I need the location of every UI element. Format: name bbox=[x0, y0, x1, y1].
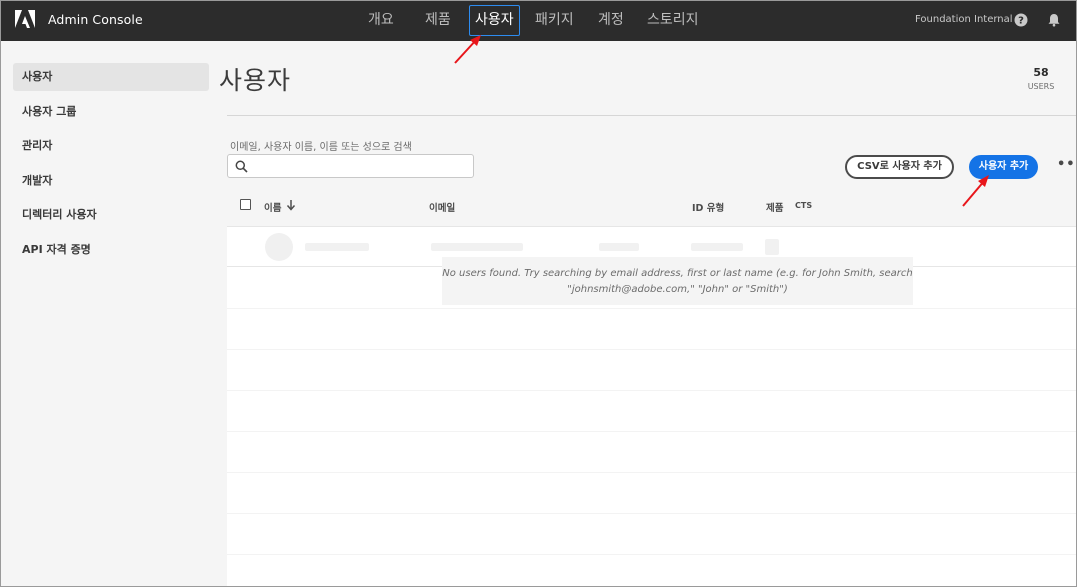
select-all-checkbox[interactable] bbox=[240, 199, 251, 210]
more-icon[interactable]: ••• bbox=[1057, 158, 1076, 171]
placeholder-bar bbox=[599, 243, 639, 251]
placeholder-bar bbox=[305, 243, 369, 251]
tab-products[interactable]: 제품 bbox=[421, 11, 455, 29]
svg-text:?: ? bbox=[1018, 16, 1024, 27]
user-count: 58 USERS bbox=[1021, 66, 1061, 91]
sidebar-item-developers[interactable]: 개발자 bbox=[13, 167, 209, 195]
admin-console-window: Admin Console 개요 제품 사용자 패키지 계정 스토리지 Foun… bbox=[0, 0, 1077, 587]
column-header-name[interactable]: 이름 bbox=[264, 200, 281, 214]
sidebar-item-label: 사용자 bbox=[22, 70, 53, 83]
tab-overview[interactable]: 개요 bbox=[364, 11, 398, 29]
row-divider bbox=[227, 431, 1076, 432]
row-divider bbox=[227, 349, 1076, 350]
annotation-arrow-icon bbox=[454, 35, 481, 64]
placeholder-avatar bbox=[265, 233, 293, 261]
sidebar-item-label: 관리자 bbox=[22, 139, 53, 152]
row-divider bbox=[227, 554, 1076, 555]
add-users-by-csv-button[interactable]: CSV로 사용자 추가 bbox=[845, 155, 954, 179]
top-navigation-bar: Admin Console 개요 제품 사용자 패키지 계정 스토리지 Foun… bbox=[1, 1, 1076, 41]
sidebar-item-label: 사용자 그룹 bbox=[22, 105, 77, 118]
org-switcher[interactable]: Foundation Internal bbox=[915, 14, 1013, 25]
row-divider bbox=[227, 472, 1076, 473]
user-count-value: 58 bbox=[1033, 66, 1049, 79]
sidebar-item-directory-users[interactable]: 디렉터리 사용자 bbox=[13, 201, 209, 229]
user-count-label: USERS bbox=[1027, 82, 1055, 91]
empty-state-message: No users found. Try searching by email a… bbox=[442, 257, 913, 305]
row-divider bbox=[227, 513, 1076, 514]
sidebar-item-user-groups[interactable]: 사용자 그룹 bbox=[13, 98, 209, 126]
search-label: 이메일, 사용자 이름, 이름 또는 성으로 검색 bbox=[230, 142, 412, 153]
sidebar-item-users[interactable]: 사용자 bbox=[13, 63, 209, 91]
column-header-cts[interactable]: CTS bbox=[795, 201, 812, 210]
annotation-arrow-icon bbox=[962, 175, 989, 207]
adobe-logo-icon[interactable] bbox=[15, 10, 35, 30]
tab-storage[interactable]: 스토리지 bbox=[643, 11, 703, 29]
search-field[interactable] bbox=[227, 154, 474, 178]
search-input[interactable] bbox=[254, 157, 469, 175]
tab-packages[interactable]: 패키지 bbox=[531, 11, 578, 29]
sidebar-item-api-credentials[interactable]: API 자격 증명 bbox=[13, 236, 209, 264]
column-header-id-type[interactable]: ID 유형 bbox=[692, 200, 724, 214]
row-divider bbox=[227, 390, 1076, 391]
header-divider bbox=[227, 115, 1076, 116]
placeholder-bar bbox=[691, 243, 743, 251]
column-header-email[interactable]: 이메일 bbox=[429, 200, 455, 214]
sidebar-item-admins[interactable]: 관리자 bbox=[13, 132, 209, 160]
tab-account[interactable]: 계정 bbox=[594, 11, 628, 29]
column-header-products[interactable]: 제품 bbox=[766, 200, 783, 214]
placeholder-bar bbox=[431, 243, 523, 251]
app-title[interactable]: Admin Console bbox=[48, 12, 143, 27]
bell-icon[interactable] bbox=[1047, 13, 1061, 27]
search-icon bbox=[235, 160, 248, 173]
help-icon[interactable]: ? bbox=[1014, 13, 1028, 27]
placeholder-bar bbox=[765, 239, 779, 255]
page-title: 사용자 bbox=[219, 66, 292, 95]
sidebar-item-label: 디렉터리 사용자 bbox=[22, 208, 97, 221]
sort-down-icon[interactable] bbox=[286, 199, 296, 211]
sidebar-item-label: 개발자 bbox=[22, 174, 53, 187]
row-divider bbox=[227, 308, 1076, 309]
sidebar-item-label: API 자격 증명 bbox=[22, 243, 91, 256]
